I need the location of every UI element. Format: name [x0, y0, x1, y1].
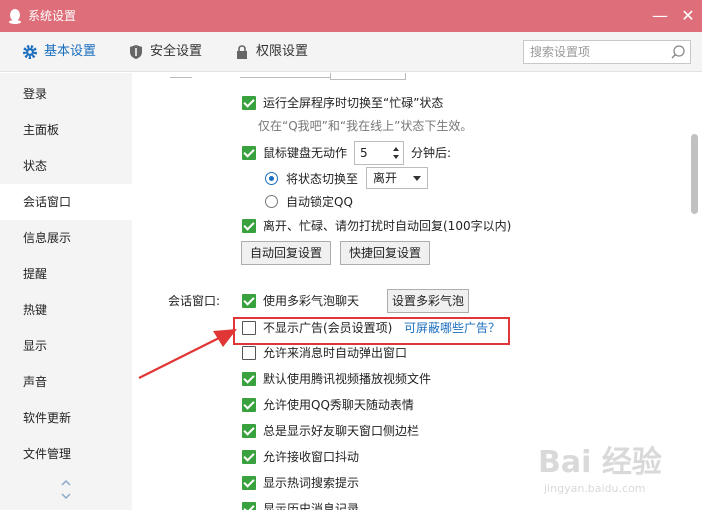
status-select[interactable]: 离开 — [366, 167, 428, 189]
title-bar: 系统设置 — ✕ — [0, 0, 702, 32]
lock-icon — [237, 45, 247, 59]
auto-reply-settings-button[interactable]: 自动回复设置 — [241, 241, 331, 265]
sidebar: 登录 主面板 状态 会话窗口 信息展示 提醒 热键 显示 声音 软件更新 文件管… — [0, 73, 132, 510]
stepper-arrows-icon[interactable] — [391, 144, 401, 162]
clipped-select — [330, 73, 406, 80]
qq-penguin-icon — [9, 9, 21, 24]
chat-sidebar-checkbox[interactable] — [242, 424, 256, 438]
search-icon[interactable] — [670, 44, 686, 60]
qq-show-emotes-label: 允许使用QQ秀聊天随动表情 — [263, 398, 414, 412]
idle-minutes-stepper[interactable]: 5 — [354, 141, 404, 165]
session-section-label: 会话窗口: — [168, 294, 221, 308]
window-shake-checkbox[interactable] — [242, 450, 256, 464]
tab-basic-settings[interactable]: 基本设置 — [22, 42, 112, 62]
auto-popup-label: 允许来消息时自动弹出窗口 — [263, 346, 408, 360]
tencent-video-label: 默认使用腾讯视频播放视频文件 — [263, 372, 432, 386]
close-button[interactable]: ✕ — [678, 6, 698, 26]
tab-label: 权限设置 — [256, 44, 309, 59]
search-input[interactable] — [530, 44, 666, 60]
watermark-brand: Bai 经验 — [538, 445, 662, 480]
history-messages-checkbox[interactable] — [242, 502, 256, 510]
fullscreen-hint: 仅在“Q我吧”和“我在线上”状态下生效。 — [258, 119, 473, 133]
switch-status-label: 将状态切换至 — [286, 172, 359, 186]
colorful-bubble-label: 使用多彩气泡聊天 — [263, 294, 360, 308]
gear-icon — [23, 45, 37, 59]
tab-security-settings[interactable]: 安全设置 — [128, 42, 218, 62]
annotation-highlight-box — [233, 317, 510, 345]
sidebar-item-status[interactable]: 状态 — [0, 148, 132, 184]
chevron-up-icon[interactable] — [60, 478, 72, 488]
hot-words-label: 显示热词搜索提示 — [263, 476, 360, 490]
dropdown-arrow-icon — [413, 176, 421, 181]
tab-permission-settings[interactable]: 权限设置 — [234, 42, 324, 62]
baidu-jingyan-watermark: Bai 经验 jingyan.baidu.com — [538, 445, 662, 495]
annotation-arrow-icon — [138, 329, 237, 379]
clipped-option — [240, 73, 330, 78]
search-box[interactable] — [523, 40, 691, 64]
sidebar-item-session-window[interactable]: 会话窗口 — [0, 184, 132, 220]
sidebar-item-sound[interactable]: 声音 — [0, 364, 132, 400]
idle-unit-label: 分钟后: — [411, 146, 452, 160]
idle-label: 鼠标键盘无动作 — [263, 146, 348, 160]
minimize-button[interactable]: — — [650, 6, 670, 26]
colorful-bubble-checkbox[interactable] — [242, 294, 256, 308]
content-scrollbar[interactable] — [691, 134, 698, 214]
bubble-settings-button[interactable]: 设置多彩气泡 — [387, 289, 469, 313]
switch-status-radio[interactable] — [265, 172, 278, 185]
chevron-down-icon[interactable] — [60, 491, 72, 501]
clipped-section-label — [170, 73, 192, 78]
auto-reply-checkbox[interactable] — [242, 219, 256, 233]
tab-label: 基本设置 — [44, 44, 97, 59]
idle-minutes-value: 5 — [360, 146, 368, 160]
status-select-value: 离开 — [373, 171, 398, 185]
auto-reply-label: 离开、忙碌、请勿打扰时自动回复(100字以内) — [263, 219, 512, 233]
auto-lock-radio[interactable] — [265, 195, 278, 208]
auto-lock-label: 自动锁定QQ — [286, 195, 353, 209]
shield-icon — [130, 45, 142, 59]
sidebar-item-login[interactable]: 登录 — [0, 76, 132, 112]
window-title: 系统设置 — [28, 9, 77, 23]
sidebar-item-software-update[interactable]: 软件更新 — [0, 400, 132, 436]
sidebar-item-reminder[interactable]: 提醒 — [0, 256, 132, 292]
settings-tab-bar: 基本设置 安全设置 权限设置 — [0, 32, 702, 72]
fullscreen-busy-label: 运行全屏程序时切换至“忙碌”状态 — [263, 96, 444, 110]
watermark-url: jingyan.baidu.com — [543, 482, 646, 495]
sidebar-item-hotkeys[interactable]: 热键 — [0, 292, 132, 328]
idle-checkbox[interactable] — [242, 146, 256, 160]
sidebar-item-info-display[interactable]: 信息展示 — [0, 220, 132, 256]
quick-reply-settings-button[interactable]: 快捷回复设置 — [340, 241, 430, 265]
window-shake-label: 允许接收窗口抖动 — [263, 450, 360, 464]
sidebar-item-display[interactable]: 显示 — [0, 328, 132, 364]
qq-show-emotes-checkbox[interactable] — [242, 398, 256, 412]
tab-label: 安全设置 — [150, 44, 203, 59]
sidebar-item-main-panel[interactable]: 主面板 — [0, 112, 132, 148]
history-messages-label: 显示历史消息记录 — [263, 502, 360, 510]
chat-sidebar-label: 总是显示好友聊天窗口侧边栏 — [263, 424, 420, 438]
hot-words-checkbox[interactable] — [242, 476, 256, 490]
sidebar-item-file-management[interactable]: 文件管理 — [0, 436, 132, 472]
fullscreen-busy-checkbox[interactable] — [242, 96, 256, 110]
